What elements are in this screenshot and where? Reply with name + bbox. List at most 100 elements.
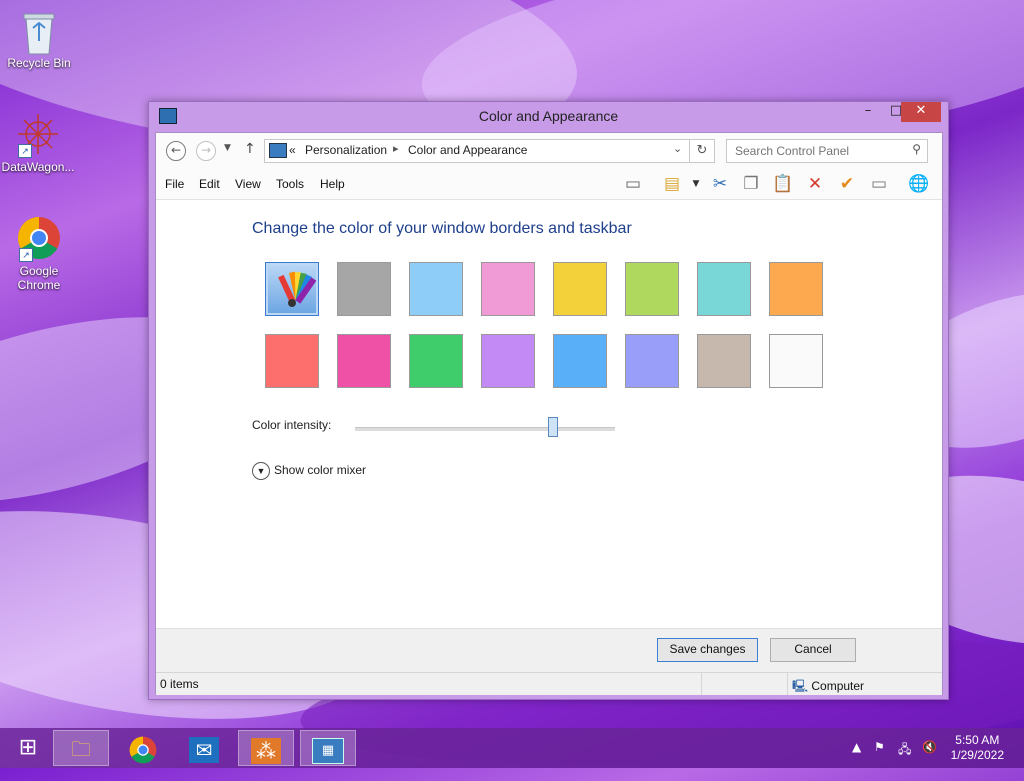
- menu-edit[interactable]: Edit: [199, 177, 220, 191]
- color-swatch-lime[interactable]: [625, 262, 679, 316]
- menu-bar: File Edit View Tools Help ▭ ▤ ▼ ✂ ❐ 📋 ✕ …: [156, 169, 942, 200]
- color-swatch-taupe[interactable]: [697, 334, 751, 388]
- system-clock[interactable]: 5:50 AM 1/29/2022: [951, 733, 1004, 763]
- button-bar: Save changes Cancel: [156, 628, 942, 673]
- color-swatch-yellow[interactable]: [553, 262, 607, 316]
- color-swatch-periwinkle[interactable]: [625, 334, 679, 388]
- color-swatch-automatic[interactable]: [265, 262, 319, 316]
- menu-tools[interactable]: Tools: [276, 177, 304, 191]
- address-bar[interactable]: « Personalization ▸ Color and Appearance…: [264, 139, 690, 163]
- status-location: 🖳 Computer: [792, 679, 865, 693]
- taskbar: ⊞ 🗀 ✉ ⁂ ▦ ▲ ⚑ 🖧 🔇 5:50 AM 1/29/2022: [0, 728, 1024, 768]
- recent-locations-dropdown[interactable]: ▼: [224, 143, 231, 153]
- content-pane: Change the color of your window borders …: [156, 200, 942, 628]
- color-swatch-lavender[interactable]: [481, 334, 535, 388]
- color-swatch-magenta[interactable]: [337, 334, 391, 388]
- copy-icon[interactable]: ❐: [739, 172, 763, 196]
- chevron-down-icon: ▼: [252, 462, 270, 480]
- color-swatch-sky-blue[interactable]: [409, 262, 463, 316]
- color-swatch-blue[interactable]: [553, 334, 607, 388]
- search-box: ⚲: [726, 139, 928, 163]
- desktop-icon-google-chrome[interactable]: ↗ Google Chrome: [1, 216, 77, 292]
- forward-button[interactable]: →: [196, 141, 216, 161]
- breadcrumb-personalization[interactable]: Personalization: [305, 143, 387, 157]
- clock-date: 1/29/2022: [950, 748, 1004, 762]
- color-swatch-white[interactable]: [769, 334, 823, 388]
- shortcut-arrow-icon: ↗: [18, 144, 32, 158]
- color-intensity-thumb[interactable]: [547, 417, 558, 437]
- address-row: ← → ▼ ↑ « Personalization ▸ Color and Ap…: [156, 133, 942, 169]
- back-button[interactable]: ←: [166, 141, 186, 161]
- desktop-icon-label: DataWagon...: [1, 160, 75, 174]
- close-button[interactable]: ✕: [901, 102, 941, 122]
- color-palette-icon: [278, 271, 317, 307]
- globe-icon[interactable]: 🌐: [907, 172, 931, 196]
- color-intensity-label: Color intensity:: [252, 418, 332, 432]
- mail-icon: ✉: [189, 736, 219, 763]
- color-swatch-orange[interactable]: [769, 262, 823, 316]
- taskbar-chrome[interactable]: [115, 730, 171, 766]
- taskbar-mail[interactable]: ✉: [176, 730, 232, 766]
- search-icon[interactable]: ⚲: [912, 142, 921, 156]
- cut-icon[interactable]: ✂: [708, 172, 732, 196]
- chrome-icon: [129, 736, 157, 763]
- delete-icon[interactable]: ✕: [803, 172, 827, 196]
- chrome-icon: ↗: [17, 216, 61, 262]
- desktop-icon-datawagon[interactable]: ↗ DataWagon...: [0, 112, 76, 174]
- taskbar-datawagon[interactable]: ⁂: [238, 730, 294, 766]
- menu-view[interactable]: View: [235, 177, 261, 191]
- show-color-mixer-toggle[interactable]: ▼ Show color mixer: [252, 462, 366, 480]
- desktop-icon-label: Recycle Bin: [7, 56, 71, 70]
- color-swatch-pink[interactable]: [481, 262, 535, 316]
- window-client: ← → ▼ ↑ « Personalization ▸ Color and Ap…: [155, 132, 943, 695]
- folder-options-dropdown-icon[interactable]: ▼: [684, 172, 708, 196]
- datawagon-icon: ⁂: [251, 737, 281, 764]
- taskbar-control-panel[interactable]: ▦: [300, 730, 356, 766]
- datawagon-icon: ↗: [16, 112, 60, 158]
- checkmark-icon[interactable]: ✔: [835, 172, 859, 196]
- file-explorer-icon: 🗀: [71, 737, 91, 761]
- color-appearance-window: Color and Appearance – □ ✕ ← → ▼ ↑ « Per…: [148, 101, 949, 700]
- up-button[interactable]: ↑: [244, 141, 256, 157]
- desktop-icon-recycle-bin[interactable]: Recycle Bin: [1, 8, 77, 70]
- control-panel-icon: ▦: [312, 737, 344, 764]
- color-swatch-red[interactable]: [265, 334, 319, 388]
- color-swatch-gray[interactable]: [337, 262, 391, 316]
- menu-file[interactable]: File: [165, 177, 184, 191]
- shortcut-arrow-icon: ↗: [19, 248, 33, 262]
- show-hidden-icons-button[interactable]: ▲: [852, 740, 861, 754]
- paste-icon[interactable]: 📋: [771, 172, 795, 196]
- properties-icon[interactable]: ▭: [867, 172, 891, 196]
- control-panel-icon: [269, 143, 287, 158]
- cancel-button[interactable]: Cancel: [770, 638, 856, 662]
- taskbar-file-explorer[interactable]: 🗀: [53, 730, 109, 766]
- start-button[interactable]: ⊞: [0, 730, 56, 766]
- menu-help[interactable]: Help: [320, 177, 345, 191]
- title-bar[interactable]: Color and Appearance – □ ✕: [149, 102, 948, 132]
- computer-icon: 🖳: [792, 679, 809, 693]
- minimize-button[interactable]: –: [854, 102, 882, 122]
- folder-options-icon[interactable]: ▤: [660, 172, 684, 196]
- page-heading: Change the color of your window borders …: [252, 220, 632, 237]
- breadcrumb-overflow[interactable]: «: [289, 143, 296, 157]
- color-intensity-slider[interactable]: [355, 427, 615, 431]
- show-color-mixer-label: Show color mixer: [274, 463, 367, 478]
- volume-muted-icon[interactable]: 🔇: [922, 740, 937, 754]
- clock-time: 5:50 AM: [955, 733, 1000, 747]
- desktop-icon-label: Google Chrome: [17, 264, 61, 292]
- window-title: Color and Appearance: [478, 108, 619, 124]
- network-icon[interactable]: 🖧: [898, 740, 911, 761]
- breadcrumb-color-appearance[interactable]: Color and Appearance: [408, 143, 527, 157]
- status-bar: 0 items 🖳 Computer: [156, 672, 942, 695]
- color-swatch-green[interactable]: [409, 334, 463, 388]
- refresh-button[interactable]: ↻: [690, 139, 715, 163]
- save-changes-button[interactable]: Save changes: [657, 638, 758, 662]
- layout-icon[interactable]: ▭: [621, 172, 645, 196]
- address-dropdown-icon[interactable]: ⌄: [673, 142, 682, 155]
- recycle-bin-icon: [17, 8, 61, 55]
- breadcrumb-separator-icon[interactable]: ▸: [393, 142, 399, 155]
- color-swatch-teal[interactable]: [697, 262, 751, 316]
- action-center-icon[interactable]: ⚑: [874, 740, 885, 754]
- search-input[interactable]: [727, 140, 907, 162]
- status-item-count: 0 items: [160, 677, 199, 691]
